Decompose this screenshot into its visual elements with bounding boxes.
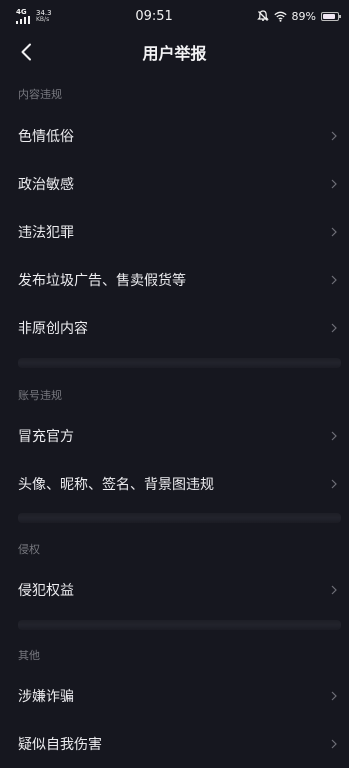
option-label: 违法犯罪 (18, 225, 74, 241)
battery-level (322, 13, 336, 19)
report-option[interactable]: 非原创内容 (0, 304, 349, 352)
section-divider (18, 358, 341, 368)
network-speed: 34.3 KB/s (36, 9, 52, 23)
option-label: 冒充官方 (18, 429, 74, 445)
battery-icon (320, 11, 341, 21)
option-label: 发布垃圾广告、售卖假货等 (18, 273, 186, 289)
option-label: 政治敏感 (18, 177, 74, 193)
report-option[interactable]: 头像、昵称、签名、背景图违规 (0, 460, 349, 508)
chevron-right-icon (329, 737, 339, 751)
section-divider (18, 513, 341, 523)
chevron-right-icon (329, 273, 339, 287)
battery-tip (338, 14, 341, 18)
chevron-right-icon (329, 177, 339, 191)
report-option[interactable]: 政治敏感 (0, 160, 349, 208)
option-label: 色情低俗 (18, 129, 74, 145)
report-option[interactable]: 发布垃圾广告、售卖假货等 (0, 256, 349, 304)
signal-indicator: 4G (16, 7, 30, 24)
network-type: 4G (16, 7, 27, 16)
chevron-right-icon (329, 429, 339, 443)
speed-unit: KB/s (36, 16, 50, 23)
report-option[interactable]: 疑似自我伤害 (0, 720, 349, 768)
chevron-right-icon (329, 225, 339, 239)
section-label-infringement: 侵权 (18, 543, 40, 556)
chevron-right-icon (329, 477, 339, 491)
section-divider (18, 620, 341, 630)
status-right: 89% (256, 9, 341, 23)
section-label-other: 其他 (18, 649, 40, 662)
status-time: 09:51 (135, 8, 173, 24)
report-option[interactable]: 违法犯罪 (0, 208, 349, 256)
report-option[interactable]: 涉嫌诈骗 (0, 672, 349, 720)
report-option[interactable]: 侵犯权益 (0, 566, 349, 614)
option-label: 涉嫌诈骗 (18, 689, 74, 705)
report-option[interactable]: 冒充官方 (0, 412, 349, 460)
chevron-right-icon (329, 689, 339, 703)
wifi-icon (273, 11, 287, 22)
status-bar: 4G 34.3 KB/s 09:51 89% (0, 0, 349, 32)
chevron-right-icon (329, 129, 339, 143)
option-label: 侵犯权益 (18, 583, 74, 599)
option-label: 疑似自我伤害 (18, 737, 102, 753)
chevron-right-icon (329, 321, 339, 335)
section-label-account: 账号违规 (18, 389, 62, 402)
chevron-right-icon (329, 583, 339, 597)
option-label: 头像、昵称、签名、背景图违规 (18, 477, 214, 493)
back-button[interactable] (14, 40, 38, 64)
status-left: 4G 34.3 KB/s (16, 7, 52, 24)
battery-percent: 89% (291, 9, 316, 23)
chevron-left-icon (21, 43, 31, 61)
mute-icon (256, 10, 269, 21)
page-title: 用户举报 (142, 44, 207, 63)
report-option[interactable]: 色情低俗 (0, 112, 349, 160)
section-label-content: 内容违规 (18, 88, 62, 101)
signal-bars-icon (16, 15, 30, 24)
option-label: 非原创内容 (18, 321, 88, 337)
top-nav-bar: 用户举报 (0, 32, 349, 72)
